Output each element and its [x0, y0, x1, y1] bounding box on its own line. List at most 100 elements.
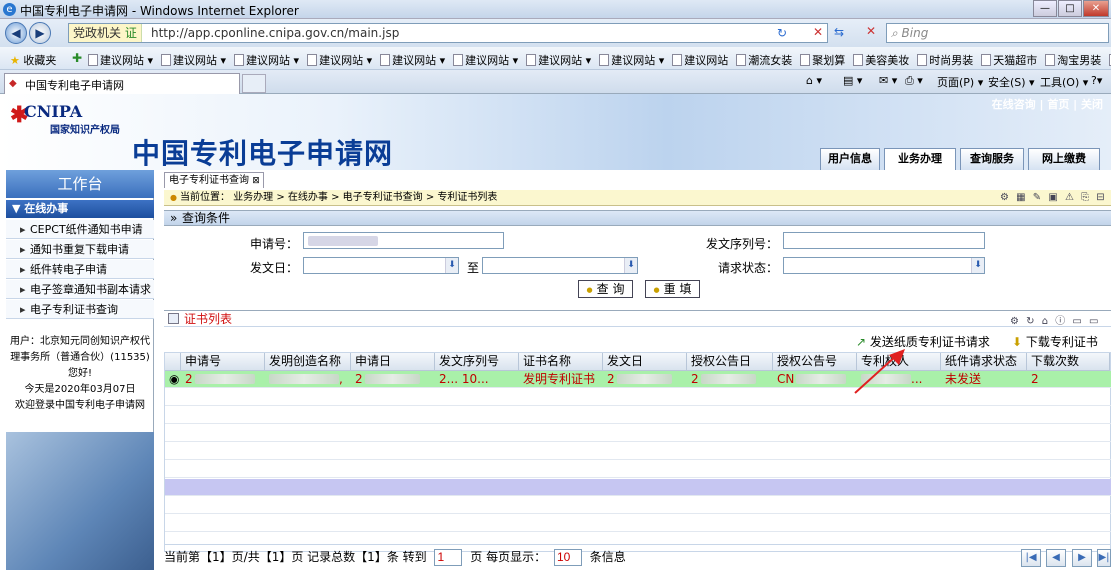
prev-page-button[interactable]: ◀ — [1046, 549, 1066, 567]
sidebar-item-paper-to-e[interactable]: 纸件转电子申请 — [6, 260, 154, 279]
feeds-icon[interactable]: ▤ ▾ — [843, 74, 862, 87]
calendar-icon[interactable]: ⬇ — [445, 258, 458, 273]
favorite-item[interactable]: 建议网站 — [684, 54, 728, 67]
close-window-icon[interactable]: ✕ — [1083, 0, 1109, 17]
minimize-icon[interactable]: — — [1033, 0, 1057, 17]
favorite-item[interactable]: 聚划算 — [812, 54, 845, 67]
sidebar-section[interactable]: ▼ 在线办事 — [6, 200, 154, 218]
table-row — [165, 407, 1111, 424]
forward-icon[interactable]: ▶ — [29, 22, 51, 44]
tools-menu[interactable]: 工具(O) ▾ — [1040, 74, 1088, 90]
sidebar-item-e-seal[interactable]: 电子签章通知书副本请求 — [6, 280, 154, 299]
col-app-date[interactable]: 申请日 — [351, 353, 435, 371]
sidebar-item-e-cert[interactable]: 电子专利证书查询 — [6, 300, 154, 319]
tab-user-info[interactable]: 用户信息 — [820, 148, 880, 170]
url-text: http://app.cponline.cnipa.gov.cn/main.js… — [151, 26, 400, 40]
sidebar-item-cepct[interactable]: CEPCT纸件通知书申请 — [6, 220, 154, 239]
col-grant-date[interactable]: 授权公告日 — [687, 353, 773, 371]
download-button[interactable]: ⬇ 下载专利证书 — [1012, 333, 1098, 350]
page-tab[interactable]: 电子专利证书查询 ⊠ — [164, 172, 264, 188]
favorite-item[interactable]: 潮流女装 — [748, 54, 792, 67]
stop-icon[interactable]: ✕ — [813, 25, 823, 39]
compat-view-icon[interactable]: ⇆ — [834, 25, 844, 39]
favorite-item[interactable]: 美容美妆 — [865, 54, 909, 67]
toolbar-icons[interactable]: ⚙ ▦ ✎ ▣ ⚠ ⎘ ⊟ — [1000, 192, 1107, 203]
col-doc-no[interactable]: 发文序列号 — [435, 353, 519, 371]
next-page-button[interactable]: ▶ — [1072, 549, 1092, 567]
search-button[interactable]: 查 询 — [578, 280, 633, 298]
table-row — [165, 515, 1111, 532]
close-tab-icon[interactable]: ⊠ — [252, 176, 260, 186]
favorites-list: 建议网站 ▾ 建议网站 ▾ 建议网站 ▾ 建议网站 ▾ 建议网站 ▾ 建议网站 ▾ 建议网站… — [88, 52, 1111, 68]
per-page-input[interactable] — [553, 548, 582, 566]
favorite-item[interactable]: 建议网站 ▾ — [100, 54, 153, 67]
status-label: 请求状态： — [717, 261, 778, 275]
favorite-item[interactable]: 时尚男装 — [929, 54, 973, 67]
col-grant-no[interactable]: 授权公告号 — [773, 353, 857, 371]
keyboard-image — [6, 432, 154, 570]
last-page-button[interactable]: ▶| — [1097, 549, 1111, 567]
page-icon — [1045, 54, 1056, 66]
sidebar-item-redownload[interactable]: 通知书重复下载申请 — [6, 240, 154, 259]
browser-tab[interactable]: ◆ 中国专利电子申请网 — [4, 73, 240, 94]
goto-page-input[interactable] — [434, 548, 463, 566]
col-paper-status[interactable]: 纸件请求状态 — [941, 353, 1027, 371]
table-row — [165, 461, 1111, 478]
site-title: 中国专利电子申请网 — [132, 137, 394, 170]
reset-button[interactable]: 重 填 — [645, 280, 700, 298]
favorite-item[interactable]: 淘宝男装 — [1057, 54, 1101, 67]
home-icon[interactable]: ⌂ ▾ — [806, 74, 822, 87]
tab-bar: ◆ 中国专利电子申请网 ⌂ ▾ ▤ ▾ ✉ ▾ ⎙ ▾ 页面(P) ▾ 安全(S… — [0, 70, 1111, 94]
row-radio[interactable]: ◉ — [165, 371, 181, 388]
page-icon — [380, 54, 391, 66]
address-field[interactable]: 党政机关 证 http://app.cponline.cnipa.gov.cn/… — [68, 23, 828, 43]
cert-table: 申请号 发明创造名称 申请日 发文序列号 证书名称 发文日 授权公告日 授权公告… — [164, 349, 1111, 552]
favorite-item[interactable]: 建议网站 ▾ — [392, 54, 445, 67]
print-icon[interactable]: ⎙ ▾ — [905, 74, 923, 88]
calendar-icon[interactable]: ⬇ — [624, 258, 637, 273]
site-badge: 党政机关 证 — [69, 24, 142, 42]
back-icon[interactable]: ◀ — [5, 22, 27, 44]
col-cert-name[interactable]: 证书名称 — [519, 353, 603, 371]
add-favorite-icon[interactable]: ✚ — [72, 51, 82, 65]
chevron-down-icon: ⬇ — [971, 258, 984, 273]
col-app-no[interactable]: 申请号 — [181, 353, 265, 371]
first-page-button[interactable]: |◀ — [1021, 549, 1041, 567]
stop-loading-icon[interactable]: ✕ — [866, 24, 876, 38]
mail-icon[interactable]: ✉ ▾ — [879, 74, 897, 87]
tab-business[interactable]: 业务办理 — [884, 148, 956, 170]
send-date-start[interactable]: ⬇ — [303, 257, 459, 274]
action-row: ↗ 发送纸质专利证书请求 ⬇ 下载专利证书 — [164, 331, 1111, 351]
list-toolbar-icons[interactable]: ⚙ ↻ ⌂ ⓘ ▭ ▭ — [1010, 312, 1100, 327]
safety-menu[interactable]: 安全(S) ▾ — [988, 74, 1035, 90]
tab-online-payment[interactable]: 网上缴费 — [1028, 148, 1100, 170]
top-links[interactable]: 在线咨询 | 首页 | 关闭 — [992, 96, 1103, 112]
table-row — [165, 425, 1111, 442]
help-icon[interactable]: ?▾ — [1091, 74, 1102, 87]
send-date-label: 发文日： — [249, 261, 298, 275]
favorite-item[interactable]: 建议网站 ▾ — [538, 54, 591, 67]
col-name[interactable]: 发明创造名称 — [265, 353, 351, 371]
downloads-cell: 2 — [1031, 372, 1039, 386]
favorites-button[interactable]: ★ 收藏夹 — [10, 52, 56, 68]
send-date-end[interactable]: ⬇ — [482, 257, 638, 274]
search-input[interactable]: ⌕ Bing — [886, 23, 1109, 43]
favorite-item[interactable]: 建议网站 ▾ — [246, 54, 299, 67]
col-send-date[interactable]: 发文日 — [603, 353, 687, 371]
app-no-input[interactable] — [303, 232, 504, 249]
favorite-item[interactable]: 建议网站 ▾ — [319, 54, 372, 67]
new-tab-button[interactable] — [242, 74, 266, 93]
favorite-item[interactable]: 建议网站 ▾ — [611, 54, 664, 67]
page-icon — [307, 54, 318, 66]
favorite-item[interactable]: 建议网站 ▾ — [465, 54, 518, 67]
favorite-item[interactable]: 天猫超市 — [993, 54, 1037, 67]
col-downloads[interactable]: 下载次数 — [1027, 353, 1110, 371]
maximize-icon[interactable]: □ — [1058, 0, 1082, 17]
favorite-item[interactable]: 建议网站 ▾ — [173, 54, 226, 67]
page-menu[interactable]: 页面(P) ▾ — [937, 74, 983, 90]
table-row — [165, 497, 1111, 514]
refresh-icon[interactable]: ↻ — [777, 26, 787, 40]
doc-no-input[interactable] — [783, 232, 985, 249]
tab-query-service[interactable]: 查询服务 — [960, 148, 1024, 170]
status-select[interactable]: ⬇ — [783, 257, 985, 274]
